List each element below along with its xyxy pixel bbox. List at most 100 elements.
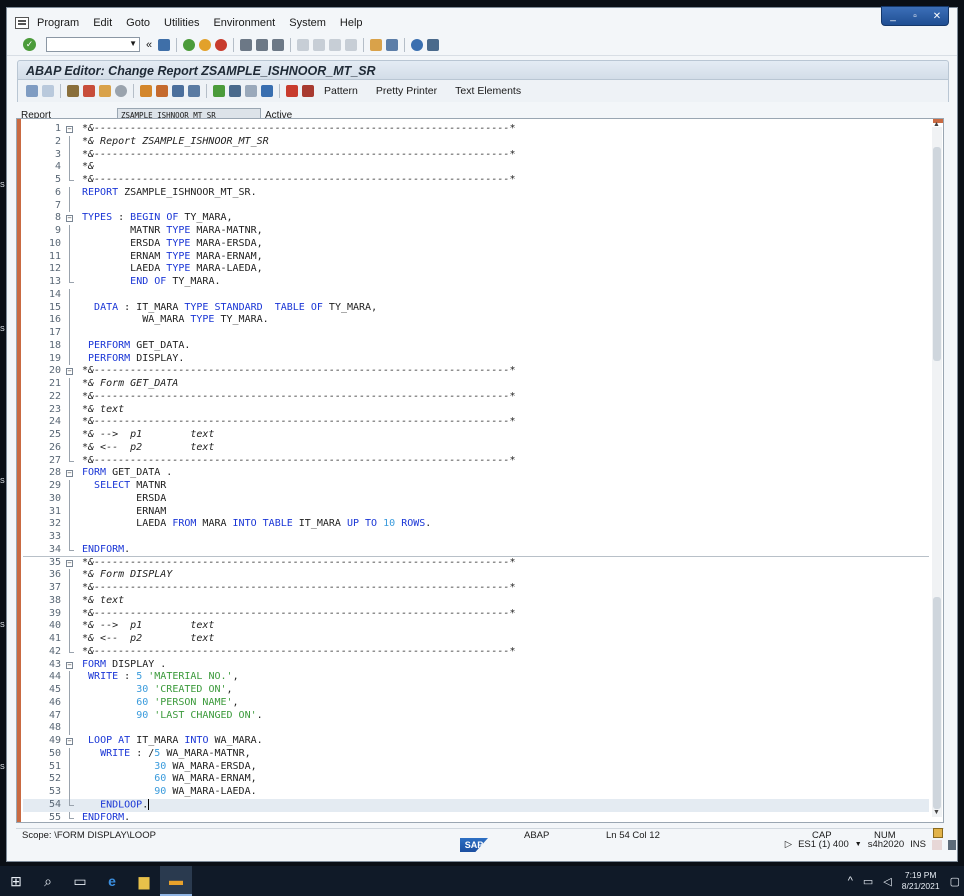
code-line[interactable]: 35− *&-----------------------------------… [23, 557, 929, 570]
code-line[interactable]: 19 PERFORM DISPLAY. [23, 352, 929, 366]
code-line[interactable]: 29 SELECT MATNR [23, 480, 929, 493]
sap-logon-icon[interactable]: ▬ [160, 866, 192, 896]
code-line[interactable]: 37 *&------------------------------------… [23, 582, 929, 595]
code-line[interactable]: 33 [23, 531, 929, 544]
code-line[interactable]: 30 ERSDA [23, 492, 929, 506]
code-line[interactable]: 22 *&------------------------------------… [23, 390, 929, 404]
code-line[interactable]: 41 *& <-- p2 text [23, 633, 929, 646]
code-line[interactable]: 54 ENDLOOP. [23, 798, 929, 812]
code-line[interactable]: 23 *& text [23, 403, 929, 417]
code-line[interactable]: 39 *&------------------------------------… [23, 607, 929, 621]
menu-help[interactable]: Help [340, 17, 363, 29]
code-line[interactable]: 15 DATA : IT_MARA TYPE STANDARD TABLE OF… [23, 301, 929, 315]
code-line[interactable]: 45 30 'CREATED ON', [23, 684, 929, 697]
find-next-icon[interactable] [272, 38, 285, 51]
hierarchy-icon[interactable] [213, 85, 225, 97]
code-line[interactable]: 11 ERNAM TYPE MARA-ERNAM, [23, 250, 929, 264]
code-editor[interactable]: 1− *&------------------------------------… [16, 118, 944, 823]
code-line[interactable]: 44 WRITE : 5 'MATERIAL NO.', [23, 671, 929, 684]
code-line[interactable]: 17 [23, 327, 929, 340]
save-icon[interactable] [158, 38, 171, 51]
external-breakpoint-icon[interactable] [302, 85, 314, 97]
volume-icon[interactable]: ◁ [883, 875, 891, 888]
last-page-icon[interactable] [345, 38, 358, 51]
task-view-icon[interactable]: ▭ [64, 866, 96, 896]
code-line[interactable]: 7 [23, 199, 929, 213]
exit-icon[interactable] [199, 38, 212, 51]
file-explorer-icon[interactable]: ▆ [128, 866, 160, 896]
forward-arrow-icon[interactable] [42, 85, 54, 97]
layout-menu-icon[interactable] [427, 38, 440, 51]
active-inactive-icon[interactable] [83, 85, 95, 97]
code-line[interactable]: 14 [23, 288, 929, 302]
settings-icon[interactable] [933, 828, 943, 838]
print-icon[interactable] [240, 38, 253, 51]
pattern-button[interactable]: Pattern [324, 85, 358, 97]
code-line[interactable]: 46 60 'PERSON NAME', [23, 696, 929, 710]
info-icon[interactable] [261, 85, 273, 97]
set-breakpoint-icon[interactable] [286, 85, 298, 97]
code-line[interactable]: 42 *&------------------------------------… [23, 645, 929, 659]
code-line[interactable]: 1− *&------------------------------------… [23, 123, 929, 136]
menu-utilities[interactable]: Utilities [164, 17, 199, 29]
code-line[interactable]: 18 PERFORM GET_DATA. [23, 339, 929, 353]
code-line[interactable]: 36 *& Form DISPLAY [23, 569, 929, 582]
command-field[interactable]: ▼ [46, 37, 140, 52]
collapse-block-icon[interactable]: − [66, 559, 73, 567]
menu-system[interactable]: System [289, 17, 326, 29]
code-line[interactable]: 4 *& [23, 161, 929, 174]
activate-icon[interactable] [140, 85, 152, 97]
display-change-icon[interactable] [67, 85, 79, 97]
play-icon[interactable]: ▷ [785, 839, 792, 850]
browser-icon[interactable]: e [96, 866, 128, 896]
code-line[interactable]: 13 END OF TY_MARA. [23, 276, 929, 289]
collapse-block-icon[interactable]: − [66, 215, 73, 223]
pretty-printer-button[interactable]: Pretty Printer [376, 85, 437, 97]
test-icon[interactable] [156, 85, 168, 97]
code-line[interactable]: 20− *&-----------------------------------… [23, 365, 929, 378]
search-icon[interactable]: ⌕ [32, 866, 64, 896]
code-line[interactable]: 27 *&------------------------------------… [23, 454, 929, 468]
network-icon[interactable]: ▭ [863, 875, 873, 888]
code-line[interactable]: 49− LOOP AT IT_MARA INTO WA_MARA. [23, 735, 929, 748]
scroll-up-icon[interactable]: ▲ [933, 121, 940, 128]
code-line[interactable]: 9 MATNR TYPE MARA-MATNR, [23, 225, 929, 238]
code-line[interactable]: 28− FORM GET_DATA . [23, 467, 929, 480]
collapse-block-icon[interactable]: − [66, 738, 73, 745]
code-line[interactable]: 6 REPORT ZSAMPLE_ISHNOOR_MT_SR. [23, 186, 929, 200]
code-line[interactable]: 43− FORM DISPLAY . [23, 659, 929, 672]
menu-goto[interactable]: Goto [126, 17, 150, 29]
code-line[interactable]: 12 LAEDA TYPE MARA-LAEDA, [23, 263, 929, 276]
start-icon[interactable]: ⊞ [0, 866, 32, 896]
chevron-down-icon[interactable]: ▼ [855, 841, 862, 848]
code-line[interactable]: 5 *&-------------------------------------… [23, 174, 929, 187]
menu-edit[interactable]: Edit [93, 17, 112, 29]
code-line[interactable]: 38 *& text [23, 594, 929, 608]
code-line[interactable]: 26 *& <-- p2 text [23, 441, 929, 455]
collapse-block-icon[interactable]: − [66, 126, 73, 133]
session-info[interactable]: ES1 (1) 400 [798, 839, 849, 850]
code-line[interactable]: 21 *& Form GET_DATA [23, 378, 929, 391]
where-used-icon[interactable] [172, 85, 184, 97]
code-line[interactable]: 16 WA_MARA TYPE TY_MARA. [23, 314, 929, 327]
code-line[interactable]: 50 WRITE : /5 WA_MARA-MATNR, [23, 747, 929, 761]
navigation-window-icon[interactable] [229, 85, 241, 97]
collapse-icon[interactable]: « [146, 39, 152, 51]
find-icon[interactable] [256, 38, 269, 51]
menu-program[interactable]: Program [37, 17, 79, 29]
code-line[interactable]: 40 *& --> p1 text [23, 620, 929, 633]
collapse-block-icon[interactable]: − [66, 368, 73, 376]
code-line[interactable]: 32 LAEDA FROM MARA INTO TABLE IT_MARA UP… [23, 518, 929, 531]
code-line[interactable]: 10 ERSDA TYPE MARA-ERSDA, [23, 237, 929, 251]
code-line[interactable]: 48 [23, 722, 929, 735]
collapse-block-icon[interactable]: − [66, 661, 73, 669]
code-line[interactable]: 25 *& --> p1 text [23, 429, 929, 442]
shortcut-icon[interactable] [386, 38, 399, 51]
menu-environment[interactable]: Environment [213, 17, 275, 29]
code-line[interactable]: 31 ERNAM [23, 505, 929, 519]
sap-menu-icon[interactable] [15, 17, 29, 29]
help-icon[interactable] [411, 38, 424, 51]
scroll-down-icon[interactable]: ▼ [933, 809, 940, 816]
back-arrow-icon[interactable] [26, 85, 38, 97]
collapse-block-icon[interactable]: − [66, 470, 73, 478]
